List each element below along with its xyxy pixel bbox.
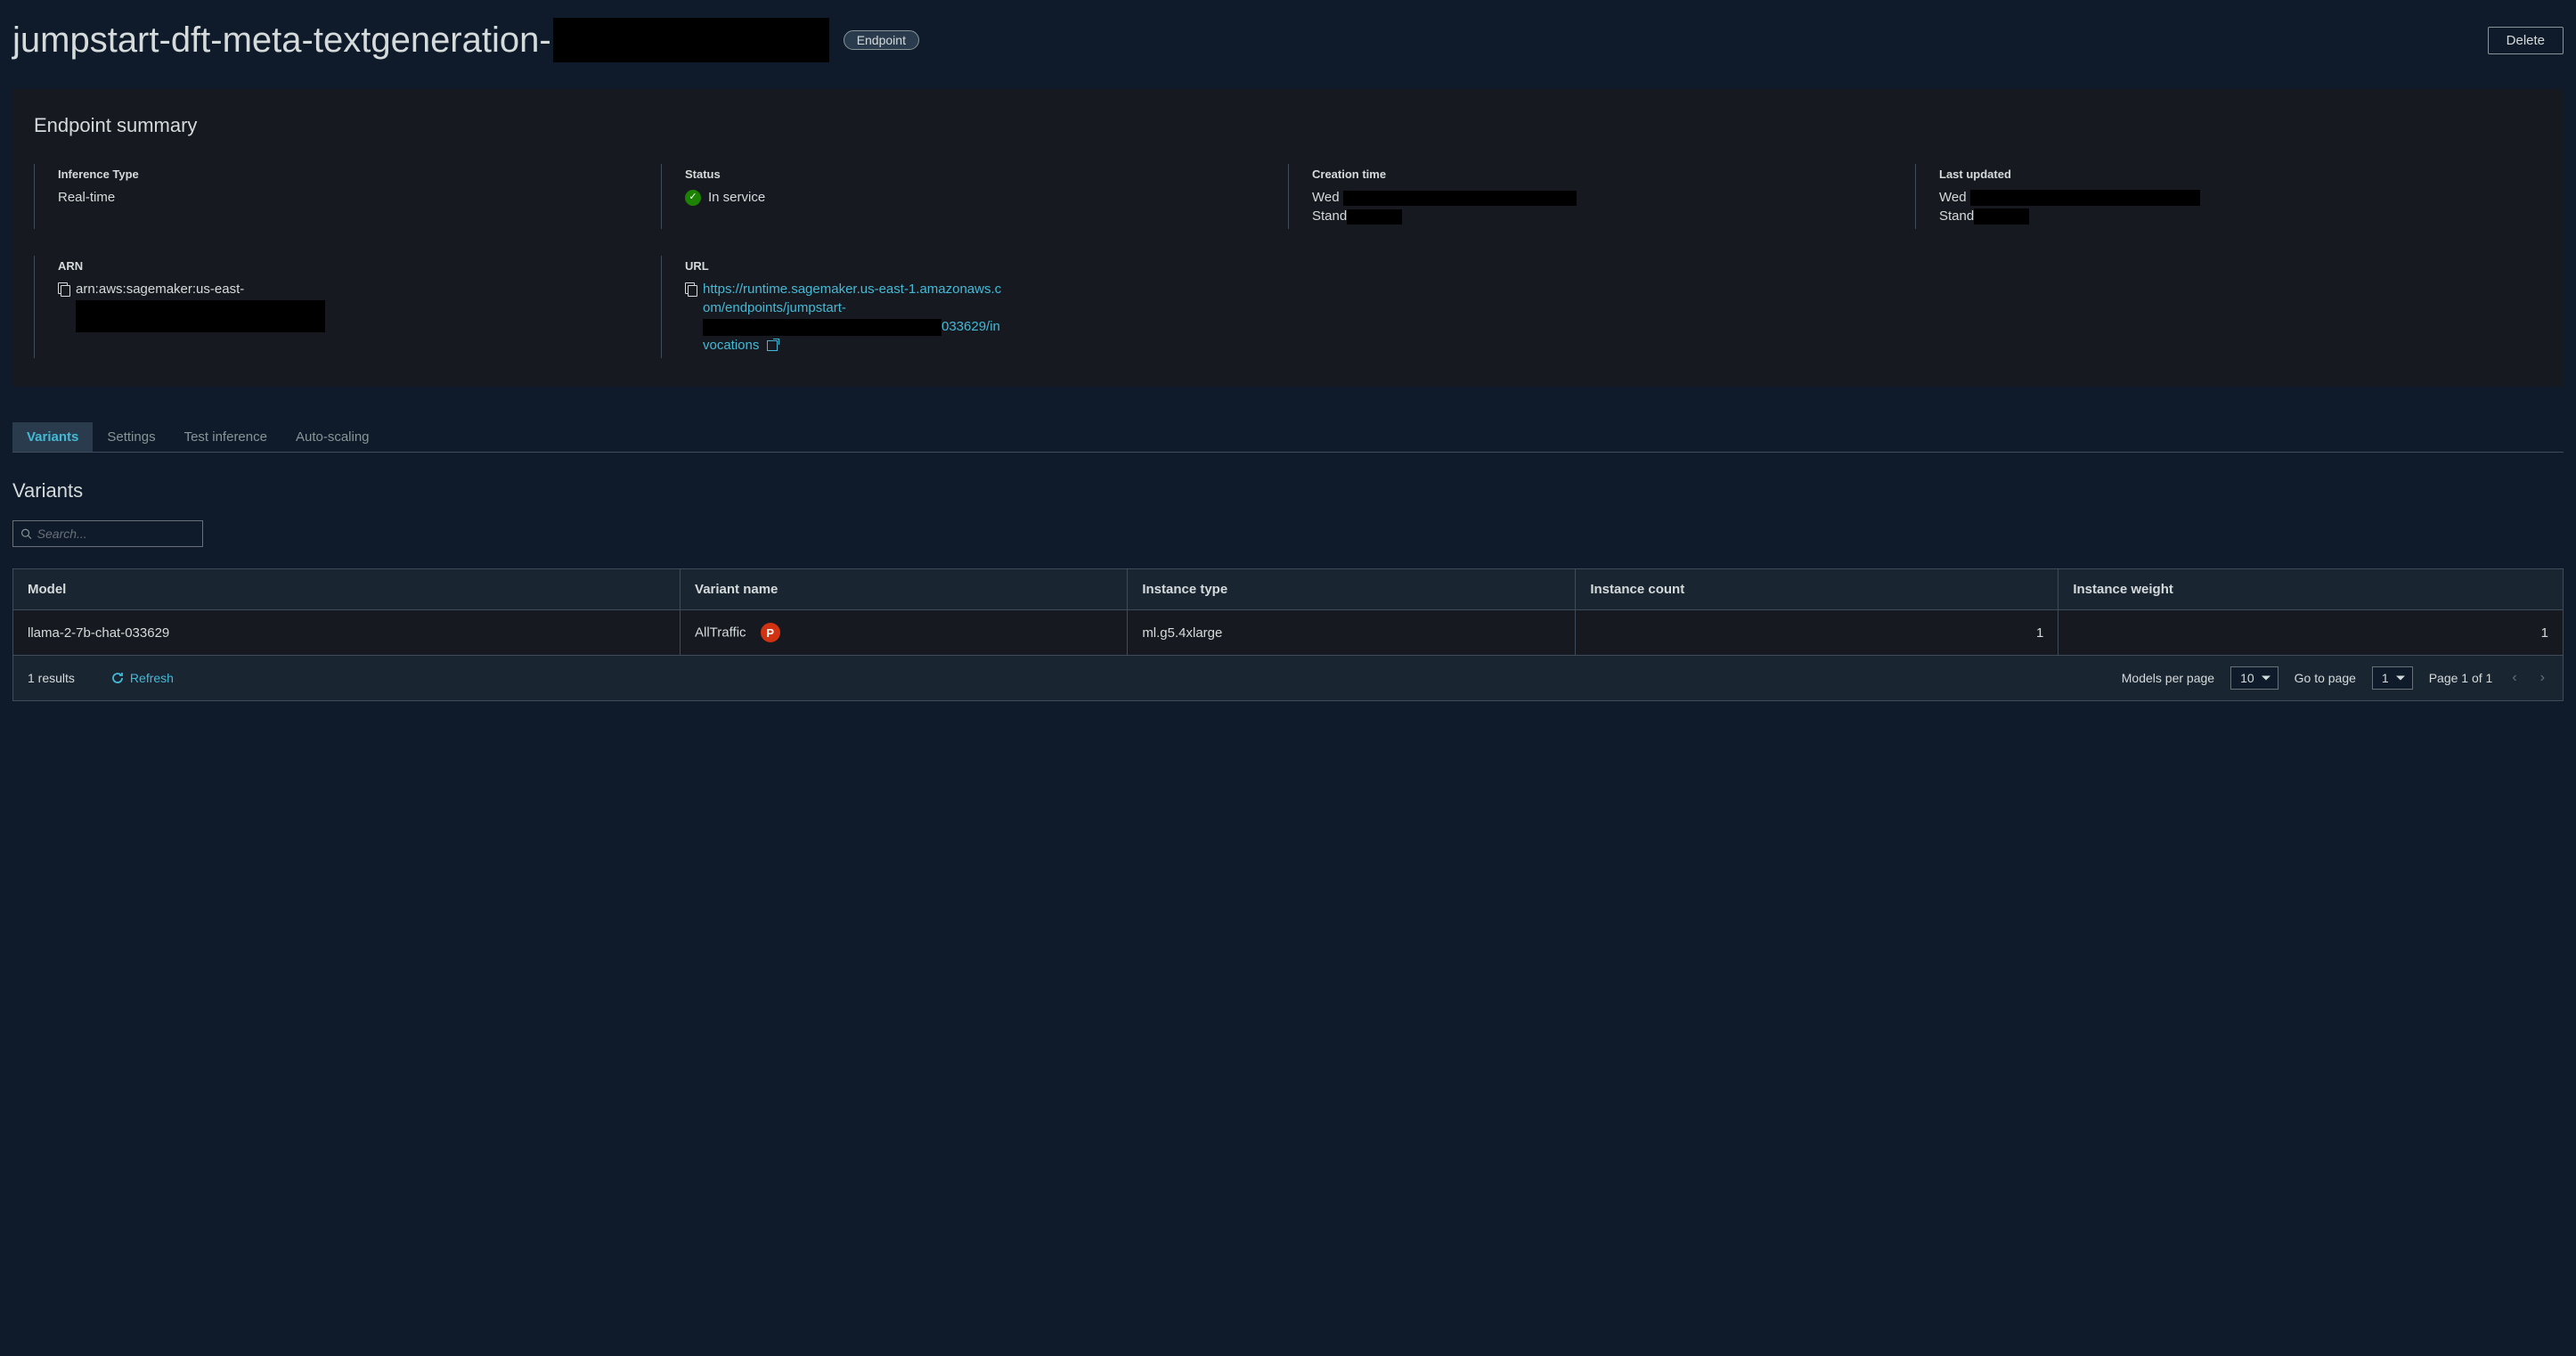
inference-type-field: Inference Type Real-time	[34, 164, 661, 229]
copy-icon[interactable]	[58, 282, 70, 295]
panel-title: Endpoint summary	[34, 114, 2542, 137]
search-input-wrapper[interactable]	[12, 520, 203, 547]
col-variant-name[interactable]: Variant name	[681, 569, 1128, 610]
tab-auto-scaling[interactable]: Auto-scaling	[281, 422, 384, 452]
prev-page-button[interactable]: ‹	[2508, 670, 2520, 686]
chevron-down-icon	[2396, 676, 2405, 681]
copy-icon[interactable]	[685, 282, 697, 295]
go-to-page-select[interactable]: 1	[2372, 666, 2413, 690]
cell-instance-type: ml.g5.4xlarge	[1128, 610, 1576, 656]
results-count: 1 results	[28, 671, 75, 685]
url-field: URL https://runtime.sagemaker.us-east-1.…	[661, 256, 1288, 358]
creation-time-field: Creation time Wed Stand	[1288, 164, 1915, 229]
arn-label: ARN	[58, 259, 643, 273]
models-per-page-select[interactable]: 10	[2230, 666, 2278, 690]
variants-table: Model Variant name Instance type Instanc…	[12, 568, 2564, 701]
url-label: URL	[685, 259, 1270, 273]
page-title: jumpstart-dft-meta-textgeneration-	[12, 18, 829, 62]
header-left: jumpstart-dft-meta-textgeneration- Endpo…	[12, 18, 919, 62]
title-redacted	[553, 18, 829, 62]
cell-model: llama-2-7b-chat-033629	[13, 610, 681, 656]
last-updated-label: Last updated	[1939, 167, 2524, 181]
external-link-icon	[767, 340, 778, 351]
next-page-button[interactable]: ›	[2537, 670, 2548, 686]
search-input[interactable]	[37, 527, 195, 541]
last-updated-redacted-2	[1974, 208, 2029, 225]
arn-value: arn:aws:sagemaker:us-east-	[76, 280, 325, 332]
title-prefix: jumpstart-dft-meta-textgeneration-	[12, 20, 551, 61]
status-value: In service	[708, 188, 765, 207]
col-instance-type[interactable]: Instance type	[1128, 569, 1576, 610]
go-to-page-label: Go to page	[2295, 671, 2356, 685]
endpoint-summary-panel: Endpoint summary Inference Type Real-tim…	[12, 89, 2564, 387]
page-info: Page 1 of 1	[2429, 671, 2493, 685]
col-instance-weight[interactable]: Instance weight	[2058, 569, 2563, 610]
refresh-icon	[110, 671, 125, 685]
url-link[interactable]: https://runtime.sagemaker.us-east-1.amaz…	[703, 280, 1006, 355]
creation-time-redacted-1	[1343, 191, 1577, 206]
col-model[interactable]: Model	[13, 569, 681, 610]
inference-type-value: Real-time	[58, 188, 643, 207]
table-row[interactable]: llama-2-7b-chat-033629 AllTraffic P ml.g…	[13, 610, 2563, 656]
tab-test-inference[interactable]: Test inference	[170, 422, 281, 452]
check-circle-icon: ✓	[685, 190, 701, 206]
table-header-row: Model Variant name Instance type Instanc…	[13, 569, 2563, 610]
last-updated-redacted-1	[1970, 190, 2200, 206]
url-redacted	[703, 319, 942, 336]
col-instance-count[interactable]: Instance count	[1576, 569, 2058, 610]
cell-variant-name: AllTraffic P	[681, 610, 1128, 656]
summary-row-2: ARN arn:aws:sagemaker:us-east- URL https…	[34, 256, 2542, 358]
creation-time-label: Creation time	[1312, 167, 1897, 181]
tabs: Variants Settings Test inference Auto-sc…	[12, 422, 2564, 453]
tab-variants[interactable]: Variants	[12, 422, 93, 452]
variants-section-title: Variants	[12, 479, 2564, 502]
models-per-page-label: Models per page	[2122, 671, 2214, 685]
creation-time-redacted-2	[1347, 209, 1402, 225]
inference-type-label: Inference Type	[58, 167, 643, 181]
arn-field: ARN arn:aws:sagemaker:us-east-	[34, 256, 661, 358]
endpoint-badge: Endpoint	[844, 30, 919, 50]
status-label: Status	[685, 167, 1270, 181]
tab-settings[interactable]: Settings	[93, 422, 169, 452]
last-updated-value: Wed Stand	[1939, 188, 2524, 225]
cell-instance-weight: 1	[2058, 610, 2563, 656]
arn-redacted	[76, 300, 325, 332]
delete-button[interactable]: Delete	[2488, 27, 2564, 54]
refresh-button[interactable]: Refresh	[110, 671, 174, 685]
creation-time-value: Wed Stand	[1312, 188, 1897, 225]
cell-instance-count: 1	[1576, 610, 2058, 656]
search-icon	[20, 527, 32, 540]
chevron-down-icon	[2262, 676, 2270, 681]
production-badge: P	[761, 623, 780, 642]
table-footer: 1 results Refresh Models per page 10 Go …	[13, 655, 2563, 700]
page-header: jumpstart-dft-meta-textgeneration- Endpo…	[12, 0, 2564, 89]
status-field: Status ✓ In service	[661, 164, 1288, 229]
summary-row-1: Inference Type Real-time Status ✓ In ser…	[34, 164, 2542, 229]
last-updated-field: Last updated Wed Stand	[1915, 164, 2542, 229]
